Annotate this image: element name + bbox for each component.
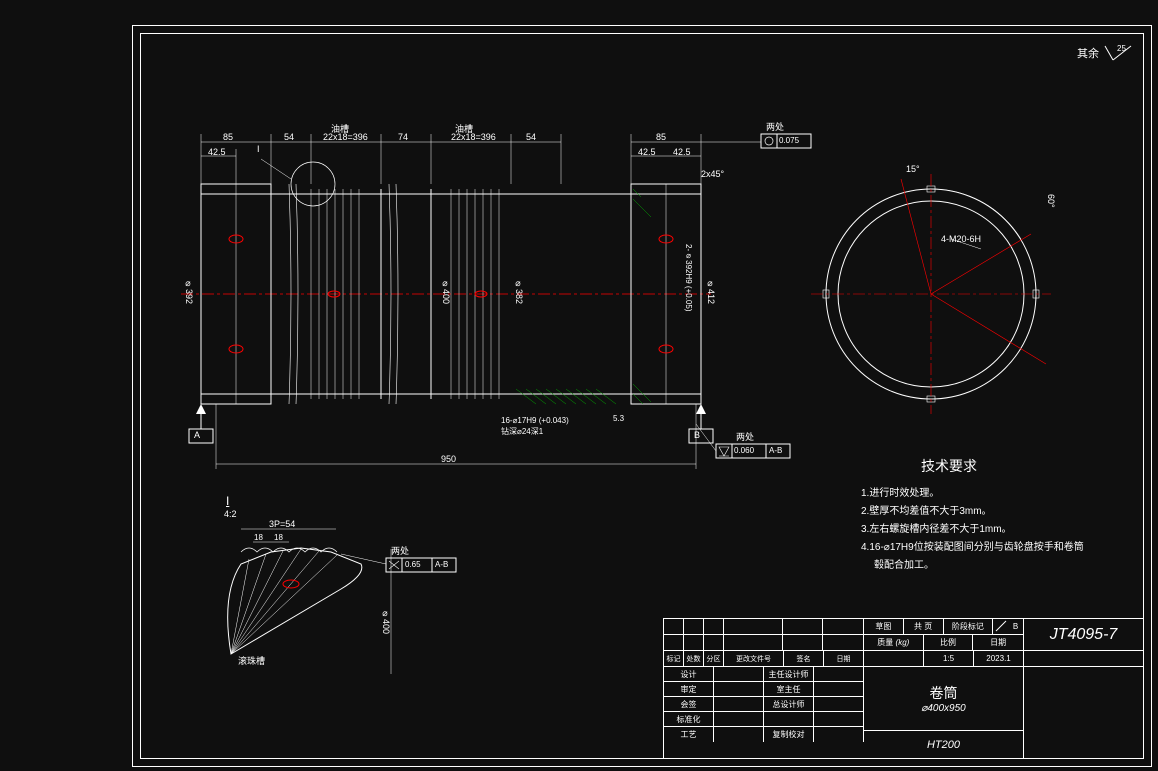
tech-req-3: 3.左右螺旋槽内径差不大于1mm。 (861, 520, 1012, 535)
tb-stage: 阶段标记 (944, 619, 994, 634)
tech-req-title: 技术要求 (921, 456, 977, 476)
detail-tol-val: 0.65 (405, 560, 421, 569)
tb-mass: 质量 (877, 637, 893, 648)
angle-60: 60° (1046, 194, 1056, 208)
title-block: 草图 共 页 阶段标记 B 质量 (kg) 比例 日期 (663, 618, 1143, 758)
tb-proc: 工艺 (664, 727, 714, 742)
part-size: ⌀400x950 (921, 703, 965, 714)
dia-392: ⌀392 (184, 279, 194, 304)
dia-382: ⌀382 (514, 279, 524, 304)
detail-view (228, 529, 456, 674)
tb-verif2: 复制校对 (764, 727, 814, 742)
dim-42.5-l: 42.5 (208, 147, 226, 157)
detail-18-2: 18 (274, 533, 283, 542)
tol-lower-ref: A-B (769, 446, 782, 455)
tb-sheet: B (1008, 619, 1023, 634)
tb-date-h: 日期 (973, 635, 1023, 650)
tb-scale-h: 比例 (924, 635, 974, 650)
tol-upper-val: 0.075 (779, 136, 799, 145)
end-view (811, 174, 1051, 414)
tb-h-date: 日期 (824, 651, 864, 666)
dim-42.5-r1: 42.5 (638, 147, 656, 157)
dim-950: 950 (441, 454, 456, 464)
datum-b: B (694, 430, 700, 440)
tb-std: 标准化 (664, 712, 714, 726)
dim-54-left: 54 (284, 132, 294, 142)
material: HT200 (864, 731, 1023, 759)
dim-42.5-r2: 42.5 (673, 147, 691, 157)
tb-chief: 室主任 (764, 682, 814, 696)
r53: 5.3 (613, 414, 624, 423)
detail-groove: 滚珠槽 (238, 654, 265, 667)
tol-upper-label: 两处 (766, 120, 784, 133)
tb-rel: 共 页 (904, 619, 944, 634)
tb-design: 设计 (664, 667, 714, 681)
detail-18-1: 18 (254, 533, 263, 542)
angle-15: 15° (906, 164, 920, 174)
tb-h-doc: 更改文件号 (724, 651, 784, 666)
detail-marker-i: I (257, 144, 260, 154)
detail-tol-label: 两处 (391, 544, 409, 557)
tech-req-2: 2.壁厚不均差值不大于3mm。 (861, 502, 992, 517)
projection-icon (995, 620, 1007, 632)
datum-a: A (194, 430, 200, 440)
thread-m20: 4-M20-6H (941, 234, 981, 244)
tb-trace: 草图 (864, 619, 904, 634)
tb-h-zone: 分区 (704, 651, 724, 666)
detail-i-label: I (226, 494, 229, 508)
detail-dia: ⌀400 (381, 609, 391, 634)
depth-note: 钻深⌀24深1 (501, 426, 543, 437)
part-name: 卷筒 (930, 683, 958, 703)
dim-85-right: 85 (656, 132, 666, 142)
dia-400: ⌀400 (441, 279, 451, 304)
tb-check: 审定 (664, 682, 714, 696)
dia-412: ⌀412 (706, 279, 716, 304)
tb-verify: 会签 (664, 697, 714, 711)
tb-mass-unit: (kg) (896, 638, 910, 647)
thread-label-left: 油槽 (331, 122, 349, 135)
dia-392h9: 2-⌀392H9 (+0.05) (684, 244, 693, 311)
cad-canvas: 其余 25 (0, 0, 1158, 771)
tech-req-1: 1.进行时效处理。 (861, 484, 939, 499)
hole-note: 16-⌀17H9 (+0.043) (501, 416, 569, 425)
inner-frame: 其余 25 (140, 33, 1144, 759)
tb-lead: 主任设计师 (764, 667, 814, 681)
tb-gen: 总设计师 (764, 697, 814, 711)
dim-85-left: 85 (223, 132, 233, 142)
tb-scale: 1:5 (924, 651, 974, 666)
tech-req-4: 4.16-⌀17H9位按装配图间分别与齿轮盘按手和卷筒 (861, 538, 1084, 553)
tb-h-mark: 标记 (664, 651, 684, 666)
dim-chamfer: 2x45° (701, 169, 724, 179)
detail-pitch: 3P=54 (269, 519, 295, 529)
tb-date: 2023.1 (974, 651, 1024, 666)
tol-lower-label: 两处 (736, 430, 754, 443)
tb-h-num: 处数 (684, 651, 704, 666)
dim-54-right: 54 (526, 132, 536, 142)
detail-ratio: 4:2 (224, 509, 237, 519)
drawing-number: JT4095-7 (1050, 626, 1118, 644)
tol-lower-val: 0.060 (734, 446, 754, 455)
thread-label-right: 油槽 (455, 122, 473, 135)
tb-h-sign: 签名 (784, 651, 824, 666)
tech-req-4b: 毂配合加工。 (874, 556, 934, 571)
detail-tol-ref: A-B (435, 560, 448, 569)
dim-74: 74 (398, 132, 408, 142)
